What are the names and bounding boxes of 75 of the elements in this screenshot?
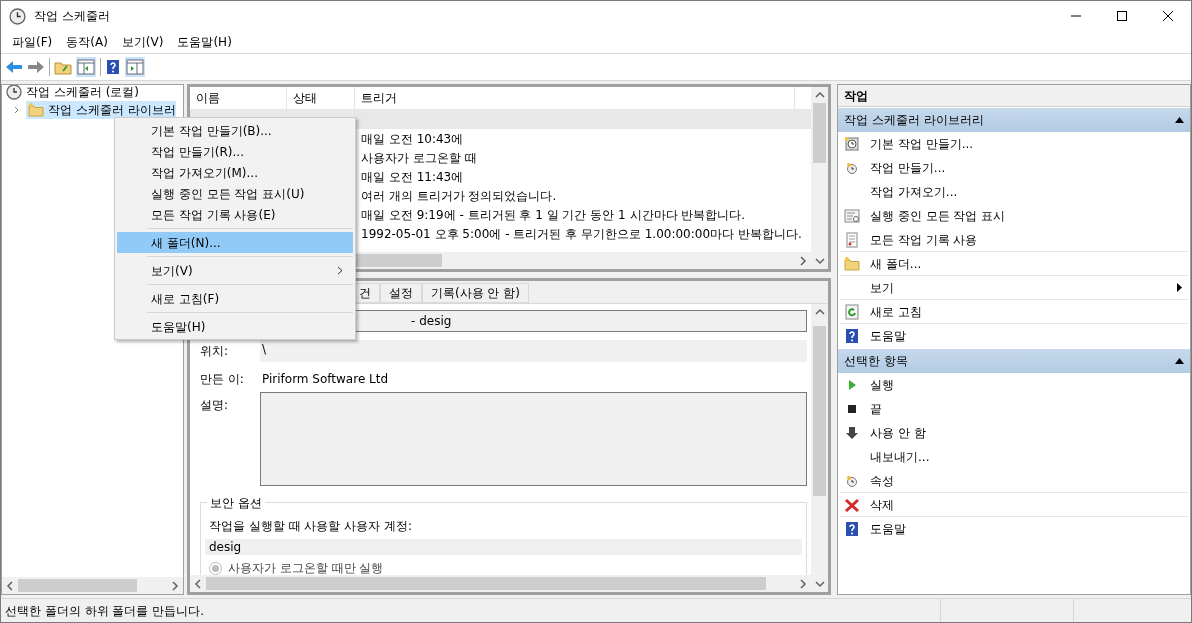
- window-title: 작업 스케줄러: [34, 8, 110, 25]
- horizontal-scrollbar[interactable]: [190, 575, 811, 592]
- clock-icon: [6, 85, 22, 100]
- action-item[interactable]: 실행: [840, 373, 1188, 397]
- action-item[interactable]: 새 폴더...: [840, 252, 1188, 276]
- tab[interactable]: 기록(사용 안 함): [422, 283, 529, 303]
- menu-item[interactable]: 작업 가져오기(M)...: [117, 162, 353, 183]
- description-field[interactable]: [260, 392, 807, 486]
- action-item[interactable]: 기본 작업 만들기...: [840, 132, 1188, 156]
- action-item[interactable]: 작업 가져오기...: [840, 180, 1188, 204]
- action-item[interactable]: 실행 중인 모든 작업 표시: [840, 204, 1188, 228]
- action-item[interactable]: 속성: [840, 469, 1188, 493]
- horizontal-scrollbar[interactable]: [2, 577, 183, 594]
- help-icon: [105, 59, 121, 75]
- collapse-icon[interactable]: [1175, 358, 1184, 364]
- list-icon: [844, 208, 860, 224]
- folder-icon: [844, 255, 860, 272]
- menu-item[interactable]: 모든 작업 기록 사용(E): [117, 204, 353, 232]
- back-arrow-icon[interactable]: [5, 59, 23, 75]
- vertical-scrollbar[interactable]: [811, 304, 828, 592]
- section-header[interactable]: 작업 스케줄러 라이브러리: [838, 108, 1190, 132]
- action-item[interactable]: 작업 만들기...: [840, 156, 1188, 180]
- tree-item[interactable]: 작업 스케줄러 (로컬): [6, 85, 183, 101]
- account-field: desig: [205, 539, 802, 555]
- field-label: 만든 이:: [200, 371, 245, 388]
- location-field: \: [260, 340, 807, 362]
- section-header[interactable]: 선택한 항목: [838, 349, 1190, 373]
- action-item[interactable]: 도움말: [840, 324, 1188, 348]
- log-icon: [844, 231, 860, 248]
- folder-icon[interactable]: [54, 59, 72, 75]
- action-item[interactable]: 삭제: [840, 493, 1188, 517]
- action-item[interactable]: 보기: [840, 276, 1188, 300]
- vertical-scrollbar[interactable]: [811, 87, 828, 269]
- field-label: 설명:: [200, 397, 230, 414]
- clock-icon: [844, 160, 860, 176]
- close-icon: [844, 496, 860, 513]
- help-icon: [844, 328, 860, 344]
- menu-item[interactable]: 도움말(H): [170, 33, 239, 51]
- action-item[interactable]: 모든 작업 기록 사용: [840, 228, 1188, 252]
- author-value: Piriform Software Ltd: [261, 371, 389, 388]
- clock-icon: [9, 7, 26, 25]
- forward-arrow-icon[interactable]: [27, 59, 45, 75]
- pane-title: 작업: [838, 85, 1190, 107]
- status-text: 선택한 폴더의 하위 폴더를 만듭니다.: [4, 602, 206, 620]
- tab[interactable]: 설정: [380, 283, 422, 303]
- field-label: 위치:: [200, 343, 230, 360]
- action-item[interactable]: 사용 안 함: [840, 421, 1188, 445]
- action-item[interactable]: 내보내기...: [840, 445, 1188, 469]
- action-item[interactable]: 끝: [840, 397, 1188, 421]
- submenu-arrow-icon: [1177, 283, 1182, 292]
- menu-item[interactable]: 동작(A): [59, 33, 115, 51]
- menu-item[interactable]: 파일(F): [5, 33, 60, 51]
- menu-item[interactable]: 보기(V): [114, 33, 171, 51]
- maximize-icon: [1117, 11, 1127, 21]
- column-header[interactable]: 이름: [190, 87, 287, 109]
- action-item[interactable]: 새로 고침: [840, 300, 1188, 324]
- close-icon: [1163, 11, 1173, 21]
- menu-item[interactable]: 작업 만들기(R)...: [117, 141, 353, 162]
- folder-icon: [28, 101, 44, 118]
- panel-icon[interactable]: [76, 57, 96, 77]
- column-header[interactable]: 상태: [287, 87, 355, 109]
- radio-label: 사용자가 로그온할 때만 실행: [228, 560, 384, 575]
- down-arrow-icon: [844, 425, 860, 441]
- menu-item[interactable]: 기본 작업 만들기(B)...: [117, 120, 353, 141]
- panel-icon[interactable]: [125, 57, 145, 77]
- menu-item[interactable]: 실행 중인 모든 작업 표시(U): [117, 183, 353, 204]
- tree-item[interactable]: 작업 스케줄러 라이브러: [26, 100, 176, 119]
- help-icon: [844, 521, 860, 537]
- column-header[interactable]: 트리거: [355, 87, 795, 109]
- clock-icon: [844, 136, 860, 152]
- collapse-icon[interactable]: [1175, 117, 1184, 123]
- refresh-icon: [844, 303, 860, 320]
- menu-item[interactable]: 보기(V): [117, 260, 353, 288]
- account-label: 작업을 실행할 때 사용할 사용자 계정:: [209, 518, 414, 535]
- action-item[interactable]: 도움말: [840, 517, 1188, 541]
